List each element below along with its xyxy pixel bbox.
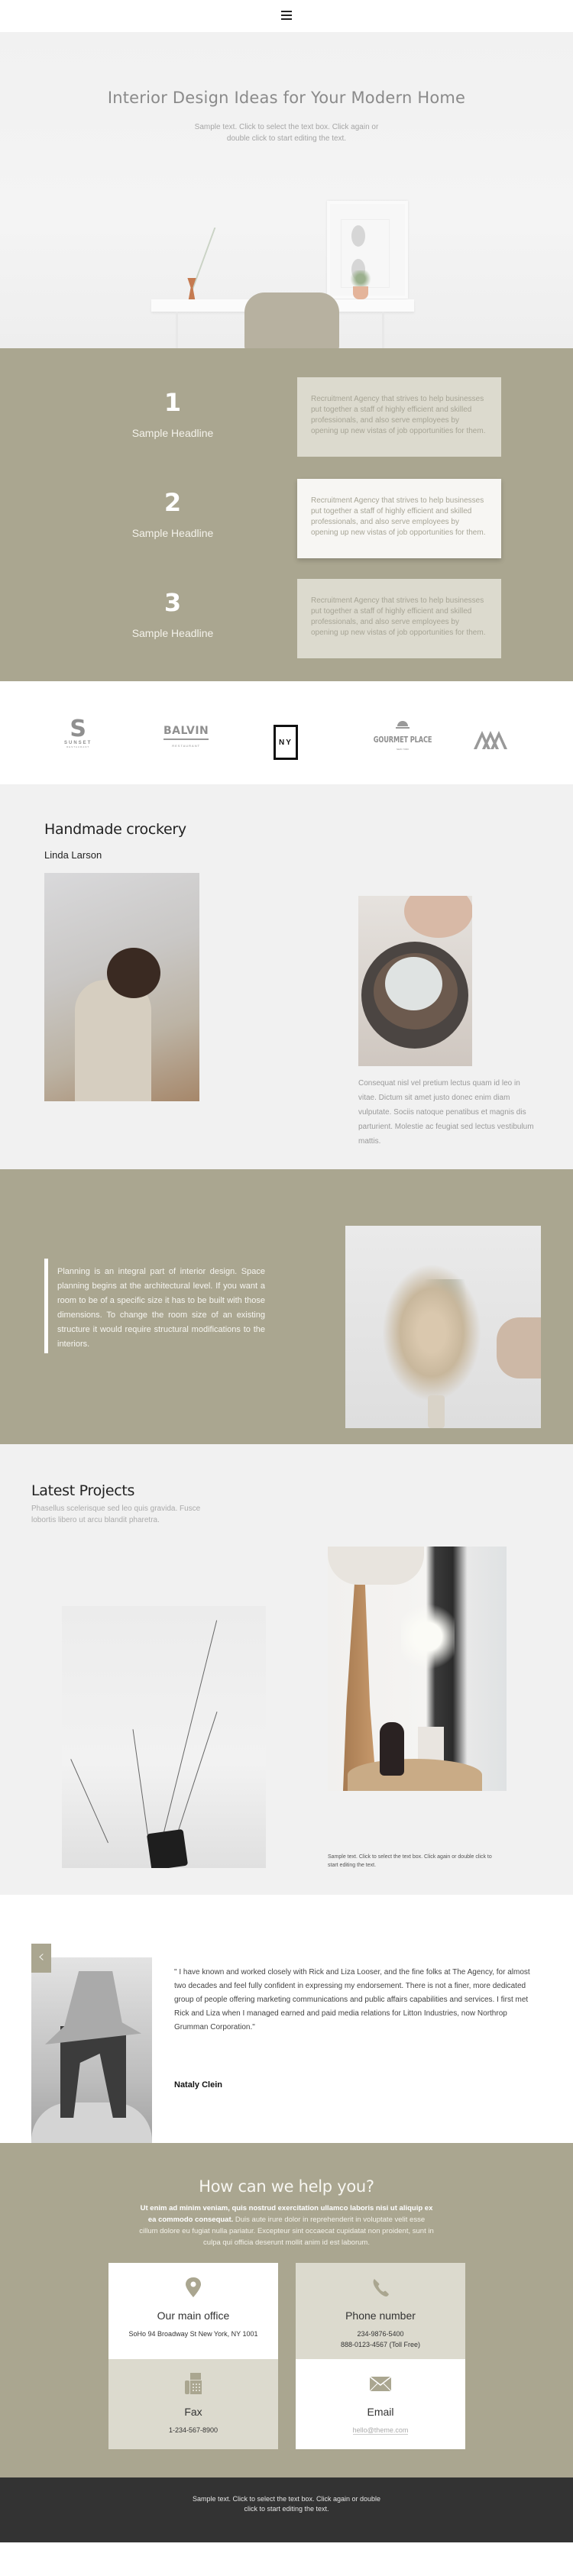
email-link[interactable]: hello@theme.com [352,2426,409,2435]
logo-sunset[interactable]: S SUNSET RESTAURANT [64,718,92,749]
step-number: 3 [163,588,182,617]
card-phone: Phone number 234-9876-5400 888-0123-4567… [296,2263,465,2365]
step-number: 1 [163,388,182,417]
quote-bar [44,1259,48,1353]
hero-image-plant [348,270,373,287]
prev-slide-button[interactable]: ‹ [31,1944,51,1973]
fax-icon [185,2373,202,2394]
step-text-box: Recruitment Agency that strives to help … [297,377,501,457]
contact-section: How can we help you? Ut enim ad minim ve… [0,2143,573,2477]
hero-image-chair [244,293,339,348]
footer-text: Sample text. Click to select the text bo… [192,2495,381,2513]
envelope-icon [369,2376,392,2392]
planning-text: Planning is an integral part of interior… [57,1267,265,1349]
section-title: Latest Projects [31,1482,135,1499]
testimonial-section: ‹ › " I have known and worked closely wi… [0,1895,573,2226]
phone-icon [373,2279,389,2296]
hero-text: Sample text. Click to select the text bo… [194,123,379,143]
latest-projects-section: Latest Projects Phasellus scelerisque se… [0,1444,573,1895]
card-fax: Fax 1-234-567-8900 [108,2359,278,2449]
map-pin-icon [186,2277,201,2297]
planning-section: Planning is an integral part of interior… [0,1169,573,1444]
crockery-text: Consequat nisl vel pretium lectus quam i… [358,1079,534,1146]
logo-ny[interactable]: NY [274,725,298,760]
site-header [0,0,573,32]
mountain-logo-icon [474,731,507,749]
logo-balvin[interactable]: BALVIN RESTAURANT [163,725,209,748]
card-main-office: Our main office SoHo 94 Broadway St New … [108,2263,278,2365]
dried-flowers-photo [345,1226,541,1428]
logo-gourmet-place[interactable]: GOURMET PLACE NEW YORK [364,721,442,751]
handmade-crockery-section: Handmade crockery Linda Larson Consequat… [0,784,573,1169]
card-email: Email hello@theme.com [296,2359,465,2449]
testimonial-author: Nataly Clein [174,2080,222,2090]
plates-photo [358,896,472,1066]
section-title: Handmade crockery [44,821,186,838]
page: Interior Design Ideas for Your Modern Ho… [0,0,573,2542]
site-footer: Sample text. Click to select the text bo… [0,2477,573,2542]
hero-title: Interior Design Ideas for Your Modern Ho… [107,89,466,107]
step-headline: Sample Headline [131,427,214,439]
lamp-orchid-photo [328,1547,507,1791]
step-text-box: Recruitment Agency that strives to help … [297,579,501,658]
woman-photo [44,873,199,1101]
step-number: 2 [163,488,182,517]
contact-intro: Ut enim ad minim veniam, quis nostrud ex… [139,2204,434,2247]
grass-vase-photo [62,1606,266,1868]
chevron-left-icon: ‹ [37,1947,45,1967]
cloche-icon [397,721,409,726]
author-name: Linda Larson [44,849,102,861]
step-headline: Sample Headline [131,527,214,539]
client-logos: S SUNSET RESTAURANT BALVIN RESTAURANT NY… [0,681,573,784]
testimonial-portrait [31,1957,152,2160]
section-title: How can we help you? [199,2177,374,2196]
project-caption: Sample text. Click to select the text bo… [328,1854,492,1868]
logo-mountain[interactable] [474,726,507,753]
hamburger-menu-icon[interactable] [281,11,292,20]
hero-image-pot [353,286,368,299]
hero-section: Interior Design Ideas for Your Modern Ho… [0,32,573,348]
hero-image-branch [189,228,276,296]
step-headline: Sample Headline [131,627,214,639]
step-text-box-active: Recruitment Agency that strives to help … [297,479,501,558]
steps-section: 1 Sample Headline Recruitment Agency tha… [0,348,573,681]
testimonial-quote: " I have known and worked closely with R… [174,1968,530,2031]
section-subtitle: Phasellus scelerisque sed leo quis gravi… [31,1505,201,1524]
